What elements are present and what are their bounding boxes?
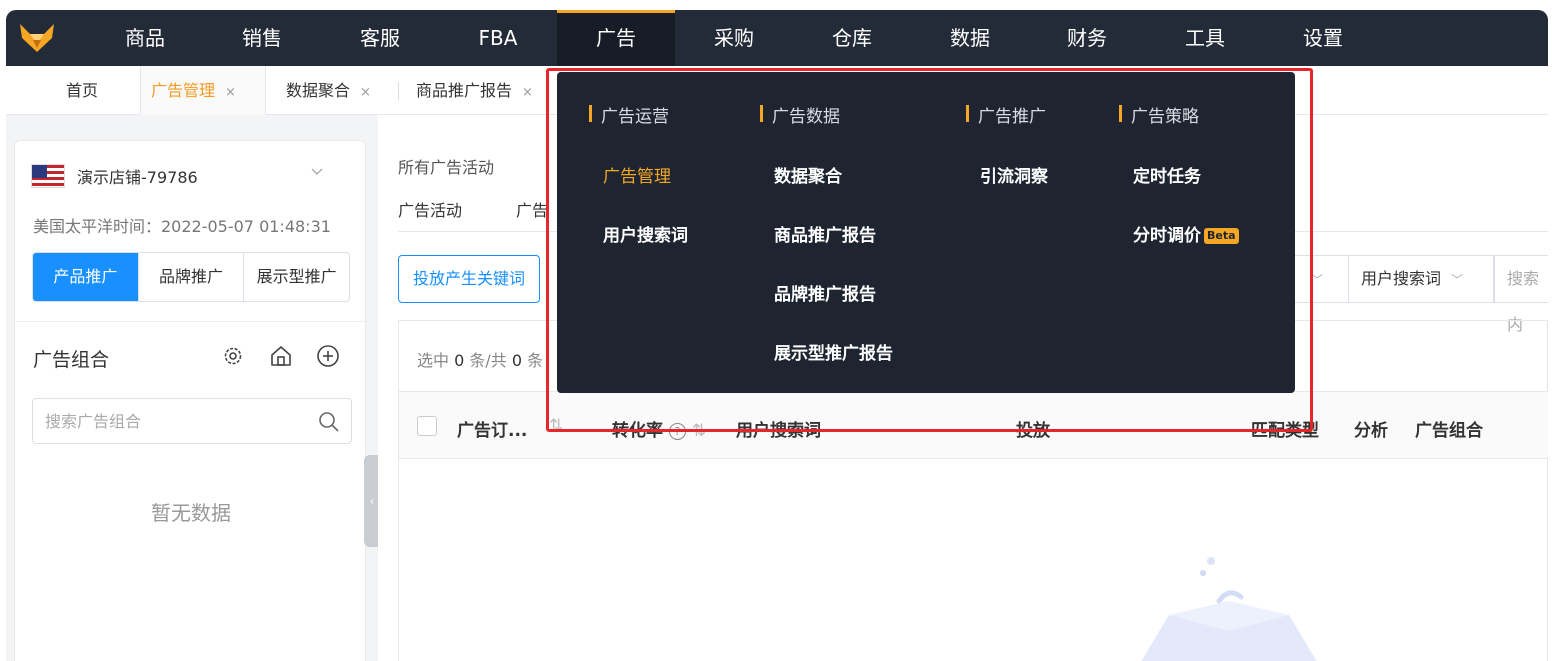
gear-icon[interactable] [220,343,246,369]
add-circle-icon[interactable] [315,343,341,369]
menu-section-ad-promotion: 广告推广 [966,102,1046,127]
search-field-select[interactable]: 用户搜索词 ﹀ [1348,255,1494,303]
ad-group-search-input[interactable] [33,399,293,443]
filter-dropdown[interactable]: ﹀ [1288,255,1348,303]
store-selector[interactable]: 演示店铺-79786 [31,163,198,189]
nav-item-tools[interactable]: 工具 [1146,10,1264,66]
menu-item-data-aggregation[interactable]: 数据聚合 [774,162,842,187]
nav-item-data[interactable]: 数据 [911,10,1029,66]
home-icon[interactable] [268,343,294,369]
tab-ad-management[interactable]: 广告管理 × [140,66,266,115]
store-name: 演示店铺-79786 [77,168,198,187]
nav-item-sales[interactable]: 销售 [203,10,321,66]
menu-item-brand-ad-report[interactable]: 品牌推广报告 [774,280,876,305]
menu-item-product-ad-report[interactable]: 商品推广报告 [774,221,876,246]
nav-item-settings[interactable]: 设置 [1264,10,1382,66]
tab-label: 首页 [66,81,99,100]
beta-badge: Beta [1204,228,1239,244]
tab-divider [398,82,399,100]
empty-state-text: 暂无数据 [151,501,231,525]
menu-item-display-ad-report[interactable]: 展示型推广报告 [774,339,893,364]
tab-data-aggregation[interactable]: 数据聚合 × [276,66,381,115]
us-flag-icon [31,164,65,188]
nav-item-customer-service[interactable]: 客服 [321,10,439,66]
menu-section-ad-operations: 广告运营 [589,102,669,127]
nav-item-fba[interactable]: FBA [439,10,557,66]
nav-item-purchasing[interactable]: 采购 [675,10,793,66]
search-input[interactable]: 搜索内 [1494,255,1548,334]
fox-logo-icon[interactable] [18,20,56,54]
empty-box-illustration [1141,557,1317,661]
subtab-campaigns[interactable]: 广告活动 [398,197,462,221]
ad-group-title: 广告组合 [33,349,110,371]
tab-label: 广告管理 [151,81,216,100]
menu-section-ad-strategy: 广告策略 [1119,102,1199,127]
select-all-checkbox[interactable] [417,416,437,436]
top-nav: 商品 销售 客服 FBA 广告 采购 仓库 数据 财务 工具 设置 [6,10,1548,66]
generate-keywords-button[interactable]: 投放产生关键词 [398,255,541,303]
selection-info: 选中 0 条/共 0 条 [417,351,544,370]
search-field-label: 用户搜索词 [1361,269,1442,288]
close-icon[interactable]: × [225,85,236,100]
ad-type-switch: 产品推广 品牌推广 展示型推广 [32,252,350,302]
sort-icon[interactable]: ⇅ [692,421,706,441]
nav-item-products[interactable]: 商品 [86,10,204,66]
sponsored-products-button[interactable]: 产品推广 [33,253,139,301]
column-ad-group[interactable]: 广告组合 [1415,416,1483,441]
column-ad-orders[interactable]: 广告订... [457,416,527,441]
column-targeting[interactable]: 投放 [1016,416,1050,441]
sponsored-display-button[interactable]: 展示型推广 [244,253,349,301]
help-icon[interactable]: ? [668,423,686,440]
menu-item-traffic-insights[interactable]: 引流洞察 [980,162,1048,187]
tab-label: 商品推广报告 [416,81,513,100]
timezone-time: 美国太平洋时间：2022-05-07 01:48:31 [33,217,331,236]
menu-section-ad-data: 广告数据 [760,102,840,127]
tab-label: 数据聚合 [286,81,351,100]
nav-item-advertising[interactable]: 广告 [557,10,675,66]
search-icon[interactable] [317,410,341,434]
tab-product-ad-report[interactable]: 商品推广报告 × [406,66,543,115]
menu-item-search-terms[interactable]: 用户搜索词 [603,221,688,246]
tab-home[interactable]: 首页 [56,66,108,115]
sort-icon[interactable]: ⇅ [549,416,563,436]
close-icon[interactable]: × [522,85,533,100]
divider [15,321,367,322]
menu-item-dayparting-bids[interactable]: 分时调价 Beta [1133,221,1239,246]
chevron-down-icon: ﹀ [1311,273,1324,287]
column-conversion-rate[interactable]: 转化率 ? ⇅ [612,416,706,441]
chevron-down-icon: ﹀ [1451,273,1464,287]
nav-item-warehouse[interactable]: 仓库 [793,10,911,66]
menu-item-ad-management[interactable]: 广告管理 [603,162,671,187]
column-match-type[interactable]: 匹配类型 [1251,416,1319,441]
column-analysis[interactable]: 分析 [1354,416,1388,441]
column-search-term[interactable]: 用户搜索词 [736,416,821,441]
ad-group-search [32,398,352,444]
table-header: 广告订... ⇅ 转化率 ? ⇅ 用户搜索词 投放 匹配类型 分析 广告组合 [399,391,1548,459]
sponsored-brands-button[interactable]: 品牌推广 [139,253,245,301]
breadcrumb[interactable]: 所有广告活动 [398,154,494,178]
nav-item-finance[interactable]: 财务 [1028,10,1146,66]
menu-item-scheduled-tasks[interactable]: 定时任务 [1133,162,1201,187]
left-panel: 演示店铺-79786 美国太平洋时间：2022-05-07 01:48:31 产… [14,140,367,661]
subtab-ads[interactable]: 广告 [516,197,548,221]
advertising-menu-dropdown: 广告运营 广告数据 广告推广 广告策略 广告管理 用户搜索词 数据聚合 商品推广… [557,72,1295,393]
chevron-down-icon[interactable] [311,165,323,177]
close-icon[interactable]: × [360,85,371,100]
